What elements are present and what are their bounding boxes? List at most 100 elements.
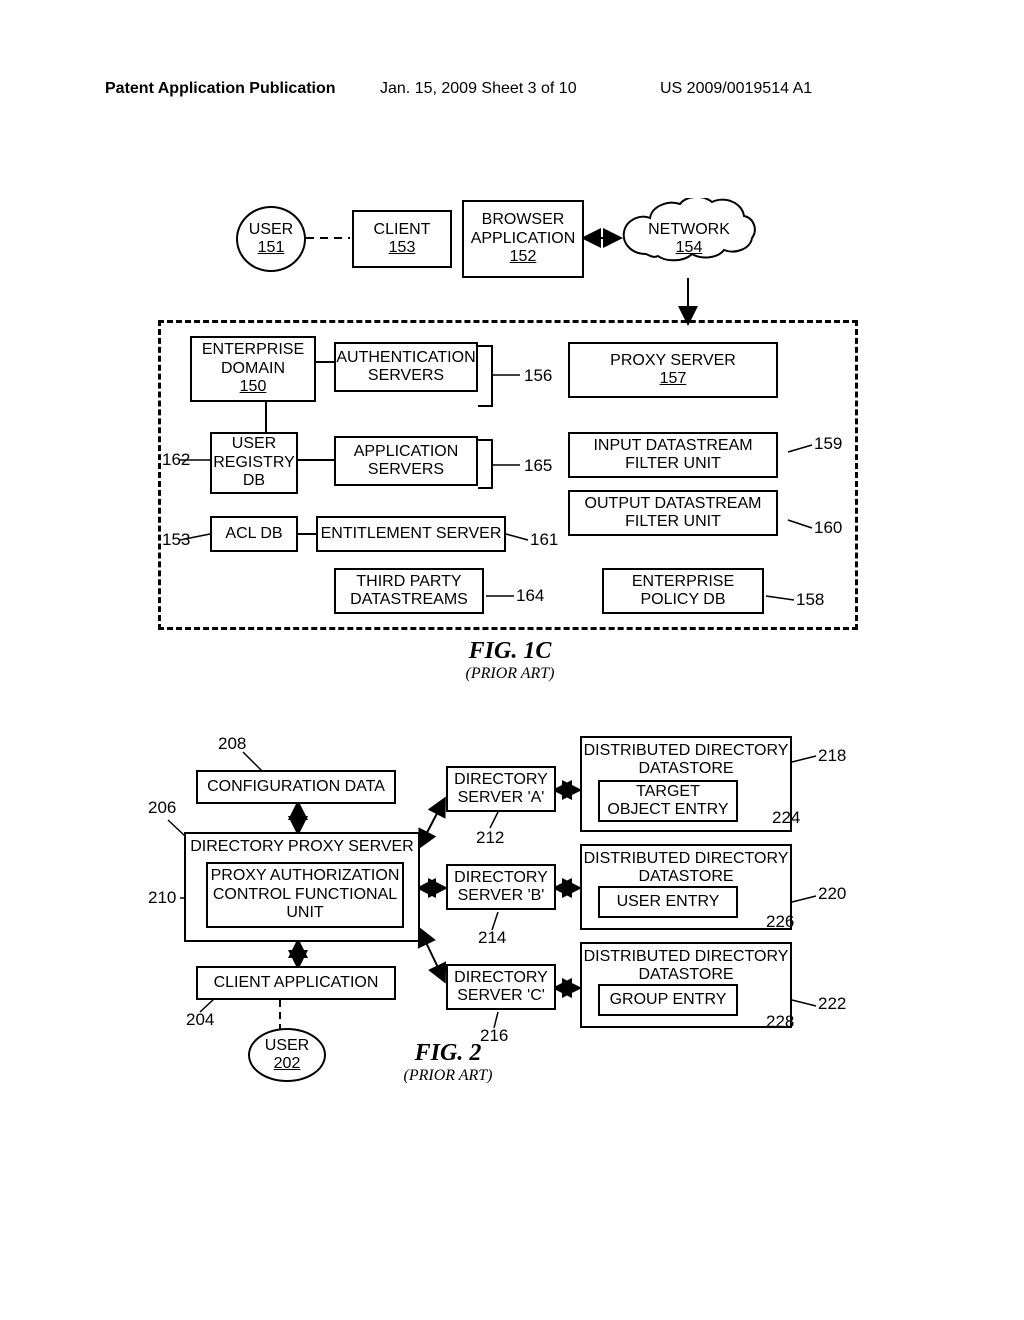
fig1c-user-registry: USER REGISTRY DB (210, 432, 298, 494)
outputds-l1: OUTPUT DATASTREAM (585, 495, 762, 513)
fig2-caption: FIG. 2 (PRIOR ART) (358, 1040, 538, 1085)
fig1c-enterprise-policy-db: ENTERPRISE POLICY DB (602, 568, 764, 614)
ref-164: 164 (516, 586, 544, 606)
dd1i-l2: OBJECT ENTRY (607, 801, 728, 819)
dd2i-label: USER ENTRY (617, 893, 720, 911)
appsvr-l1: APPLICATION (354, 443, 459, 461)
network-label: NETWORK (648, 221, 730, 239)
header-right: US 2009/0019514 A1 (660, 80, 812, 98)
ref-165: 165 (524, 456, 552, 476)
dirC-l1: DIRECTORY (454, 969, 548, 987)
page: Patent Application Publication Jan. 15, … (0, 0, 1024, 1320)
proxyauth-l1: PROXY AUTHORIZATION (211, 867, 400, 885)
dps-label: DIRECTORY PROXY SERVER (190, 838, 413, 856)
entpolicy-l1: ENTERPRISE (632, 573, 734, 591)
dd3i-label: GROUP ENTRY (610, 991, 727, 1009)
fig1c-name: FIG. 1C (420, 638, 600, 665)
ref-153b: 153 (162, 530, 190, 550)
userreg-l3: DB (243, 472, 265, 490)
ref-161: 161 (530, 530, 558, 550)
fig1c-input-datastream: INPUT DATASTREAM FILTER UNIT (568, 432, 778, 478)
ref-204: 204 (186, 1010, 214, 1030)
header-left: Patent Application Publication (105, 80, 336, 98)
proxyauth-l3: UNIT (286, 904, 323, 922)
dd1-l1: DISTRIBUTED DIRECTORY (584, 742, 789, 760)
fig2-config-data: CONFIGURATION DATA (196, 770, 396, 804)
dd3-l1: DISTRIBUTED DIRECTORY (584, 948, 789, 966)
ref-159: 159 (814, 434, 842, 454)
ref-220: 220 (818, 884, 846, 904)
header-center: Jan. 15, 2009 Sheet 3 of 10 (380, 80, 577, 98)
fig1c-output-datastream: OUTPUT DATASTREAM FILTER UNIT (568, 490, 778, 536)
authsvr-l1: AUTHENTICATION (336, 349, 475, 367)
ref-224: 224 (772, 808, 800, 828)
clientapp-label: CLIENT APPLICATION (214, 974, 379, 992)
inputds-l1: INPUT DATASTREAM (593, 437, 752, 455)
entdomain-ref: 150 (240, 378, 267, 396)
fig1c-user: USER 151 (236, 206, 306, 272)
dirB-l1: DIRECTORY (454, 869, 548, 887)
entpolicy-l2: POLICY DB (640, 591, 725, 609)
ref-206: 206 (148, 798, 176, 818)
entdomain-l2: DOMAIN (221, 360, 285, 378)
proxyauth-l2: CONTROL FUNCTIONAL (213, 886, 397, 904)
ref-222: 222 (818, 994, 846, 1014)
ref-210: 210 (148, 888, 176, 908)
ref-162: 162 (162, 450, 190, 470)
entsvr-label: ENTITLEMENT SERVER (321, 525, 502, 543)
configdata-label: CONFIGURATION DATA (207, 778, 385, 796)
dirB-l2: SERVER 'B' (458, 887, 545, 905)
fig1c-client: CLIENT 153 (352, 210, 452, 268)
fig1c-acl-db: ACL DB (210, 516, 298, 552)
fig2-proxy-auth-unit: PROXY AUTHORIZATION CONTROL FUNCTIONAL U… (206, 862, 404, 928)
ref-208: 208 (218, 734, 246, 754)
userreg-l1: USER (232, 435, 276, 453)
entdomain-l1: ENTERPRISE (202, 341, 304, 359)
client-ref: 153 (389, 239, 416, 257)
dd3-l2: DATASTORE (638, 966, 733, 984)
fig2-dd1-inner: TARGET OBJECT ENTRY (598, 780, 738, 822)
outputds-l2: FILTER UNIT (625, 513, 721, 531)
user-ref: 151 (258, 239, 285, 257)
ref-158: 158 (796, 590, 824, 610)
fig2-dir-server-b: DIRECTORY SERVER 'B' (446, 864, 556, 910)
fig2-priorart: (PRIOR ART) (358, 1067, 538, 1085)
ref-160: 160 (814, 518, 842, 538)
proxy-ref: 157 (660, 370, 687, 388)
fig1c-priorart: (PRIOR ART) (420, 665, 600, 683)
dirA-l1: DIRECTORY (454, 771, 548, 789)
browser-l2: APPLICATION (471, 230, 576, 248)
fig2-user-label: USER (265, 1037, 309, 1055)
fig2-name: FIG. 2 (358, 1040, 538, 1067)
fig1c-network-cloud: NETWORK 154 (618, 198, 760, 280)
acldb-label: ACL DB (225, 525, 282, 543)
fig1c-browser: BROWSER APPLICATION 152 (462, 200, 584, 278)
fig1c-enterprise-domain: ENTERPRISE DOMAIN 150 (190, 336, 316, 402)
fig1c-proxy-server: PROXY SERVER 157 (568, 342, 778, 398)
ref-156: 156 (524, 366, 552, 386)
fig1c-entitlement-server: ENTITLEMENT SERVER (316, 516, 506, 552)
dd1-l2: DATASTORE (638, 760, 733, 778)
dd2-l1: DISTRIBUTED DIRECTORY (584, 850, 789, 868)
inputds-l2: FILTER UNIT (625, 455, 721, 473)
fig1c-auth-servers: AUTHENTICATION SERVERS (334, 342, 478, 392)
fig2-dir-server-c: DIRECTORY SERVER 'C' (446, 964, 556, 1010)
fig2-user-ref: 202 (274, 1055, 301, 1073)
fig2-client-application: CLIENT APPLICATION (196, 966, 396, 1000)
fig2-user: USER 202 (248, 1028, 326, 1082)
appsvr-l2: SERVERS (368, 461, 444, 479)
fig1c-caption: FIG. 1C (PRIOR ART) (420, 638, 600, 683)
authsvr-l2: SERVERS (368, 367, 444, 385)
ref-212: 212 (476, 828, 504, 848)
network-ref: 154 (676, 239, 703, 257)
thirdparty-l2: DATASTREAMS (350, 591, 468, 609)
fig1c-app-servers: APPLICATION SERVERS (334, 436, 478, 486)
browser-l1: BROWSER (482, 211, 565, 229)
user-label: USER (249, 221, 293, 239)
browser-ref: 152 (510, 248, 537, 266)
userreg-l2: REGISTRY (213, 454, 295, 472)
proxy-label: PROXY SERVER (610, 352, 736, 370)
fig1c-third-party-datastreams: THIRD PARTY DATASTREAMS (334, 568, 484, 614)
ref-226: 226 (766, 912, 794, 932)
ref-228: 228 (766, 1012, 794, 1032)
